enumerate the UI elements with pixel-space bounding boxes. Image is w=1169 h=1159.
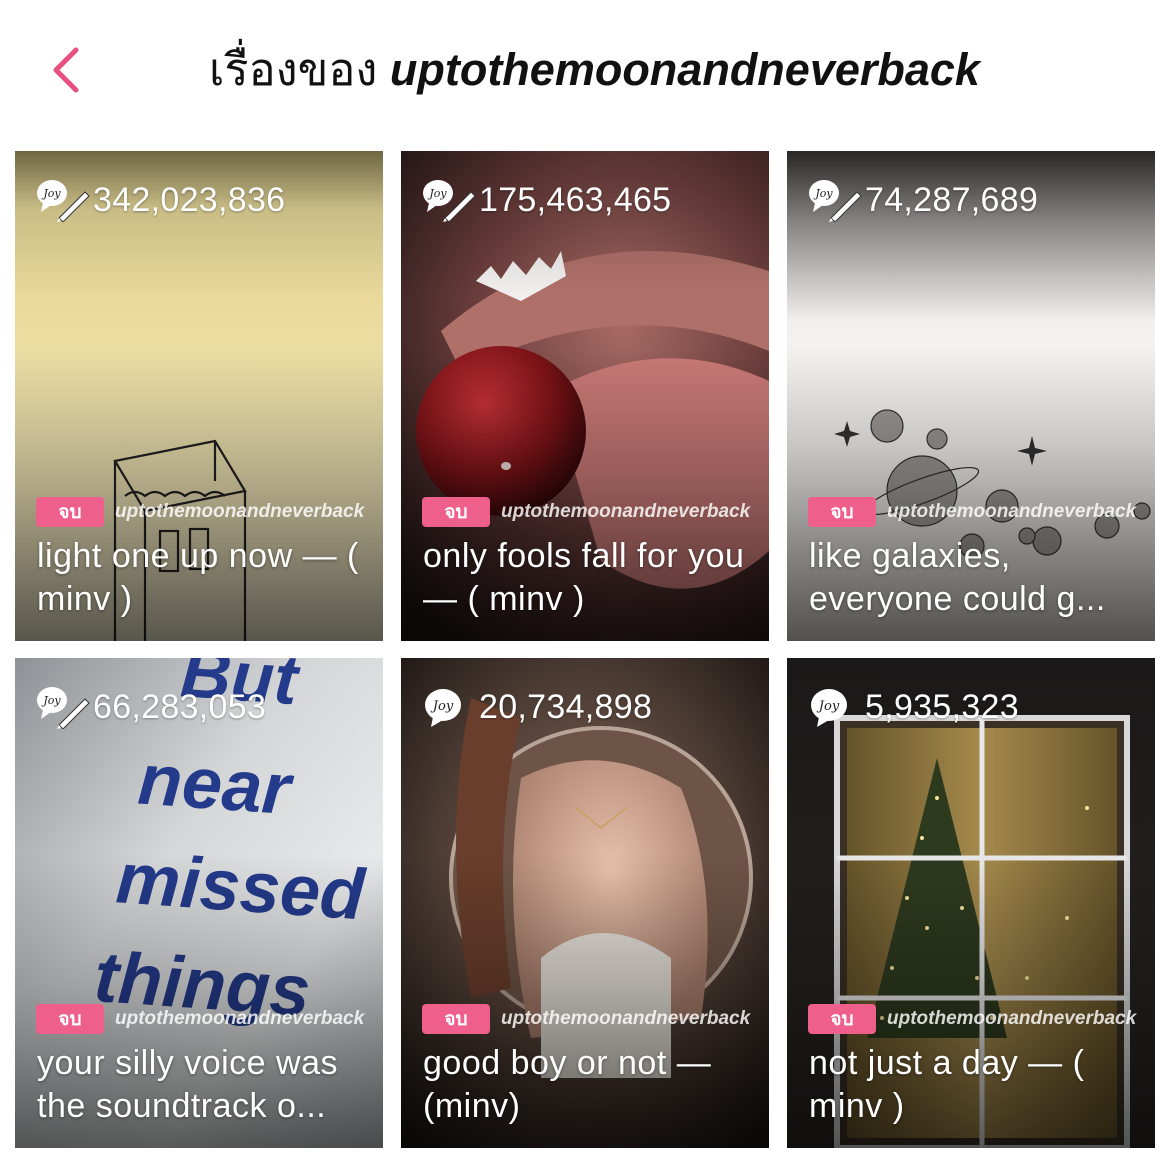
view-count: Joy 342,023,836 xyxy=(35,179,286,222)
joy-pen-icon: Joy xyxy=(809,180,862,222)
story-title: light one up now — ( minv ) xyxy=(37,537,359,618)
svg-text:Joy: Joy xyxy=(41,187,61,200)
svg-text:Joy: Joy xyxy=(41,694,61,707)
story-card[interactable]: Joy 175,463,465 จบ uptothemoonandneverba… xyxy=(401,151,769,641)
joy-pen-icon: Joy xyxy=(423,180,476,222)
author-name[interactable]: uptothemoonandneverback xyxy=(501,501,757,523)
view-count-value: 342,023,836 xyxy=(93,180,286,219)
svg-text:near: near xyxy=(136,740,297,831)
view-count-value: 175,463,465 xyxy=(479,180,672,219)
status-badge: จบ xyxy=(422,1004,490,1034)
svg-text:Joy: Joy xyxy=(813,187,833,200)
story-card[interactable]: Joy 5,935,323 จบ uptothemoonandneverback… xyxy=(787,658,1155,1148)
story-card[interactable]: Joy 74,287,689 จบ uptothemoonandneverbac… xyxy=(787,151,1155,641)
story-title: not just a day — ( minv ) xyxy=(809,1044,1085,1125)
page-title-prefix: เรื่องของ xyxy=(209,43,378,96)
view-count-value: 74,287,689 xyxy=(865,180,1039,219)
status-badge: จบ xyxy=(36,497,104,527)
author-name[interactable]: uptothemoonandneverback xyxy=(115,501,371,523)
view-count: Joy 175,463,465 xyxy=(421,179,672,222)
status-badge: จบ xyxy=(36,1004,104,1034)
joy-pen-icon: Joy xyxy=(37,687,90,729)
svg-text:Joy: Joy xyxy=(427,187,447,200)
svg-text:Joy: Joy xyxy=(430,699,454,714)
view-count-value: 20,734,898 xyxy=(479,687,653,726)
story-card[interactable]: But near missed things Joy 66,283,053 จบ… xyxy=(15,658,383,1148)
story-title: only fools fall for you — ( minv ) xyxy=(423,537,745,618)
author-name[interactable]: uptothemoonandneverback xyxy=(501,1008,757,1030)
status-badge: จบ xyxy=(808,1004,876,1034)
story-title: like galaxies, everyone could g... xyxy=(809,537,1106,618)
story-grid: Joy 342,023,836 จบ uptothemoonandneverba… xyxy=(15,151,1155,1148)
story-card[interactable]: Joy 20,734,898 จบ uptothemoonandneverbac… xyxy=(401,658,769,1148)
view-count: Joy 20,734,898 xyxy=(421,686,652,728)
view-count: Joy 66,283,053 xyxy=(35,686,267,729)
status-badge: จบ xyxy=(422,497,490,527)
author-name[interactable]: uptothemoonandneverback xyxy=(887,1008,1143,1030)
story-title: your silly voice was the soundtrack o... xyxy=(37,1044,338,1125)
joy-icon: Joy xyxy=(811,689,847,727)
view-count: Joy 74,287,689 xyxy=(807,179,1039,222)
page-title-username: uptothemoonandneverback xyxy=(389,44,980,95)
joy-icon: Joy xyxy=(425,689,461,727)
author-name[interactable]: uptothemoonandneverback xyxy=(887,501,1143,523)
story-title: good boy or not — (minv) xyxy=(423,1044,712,1125)
joy-pen-icon: Joy xyxy=(37,180,90,222)
story-card[interactable]: Joy 342,023,836 จบ uptothemoonandneverba… xyxy=(15,151,383,641)
author-name[interactable]: uptothemoonandneverback xyxy=(115,1008,371,1030)
view-count-value: 66,283,053 xyxy=(93,687,267,726)
svg-text:Joy: Joy xyxy=(816,699,840,714)
status-badge: จบ xyxy=(808,497,876,527)
top-bar: เรื่องของ uptothemoonandneverback xyxy=(0,0,1169,140)
view-count-value: 5,935,323 xyxy=(865,687,1019,726)
page-title: เรื่องของ uptothemoonandneverback xyxy=(0,40,1169,100)
view-count: Joy 5,935,323 xyxy=(807,686,1019,728)
